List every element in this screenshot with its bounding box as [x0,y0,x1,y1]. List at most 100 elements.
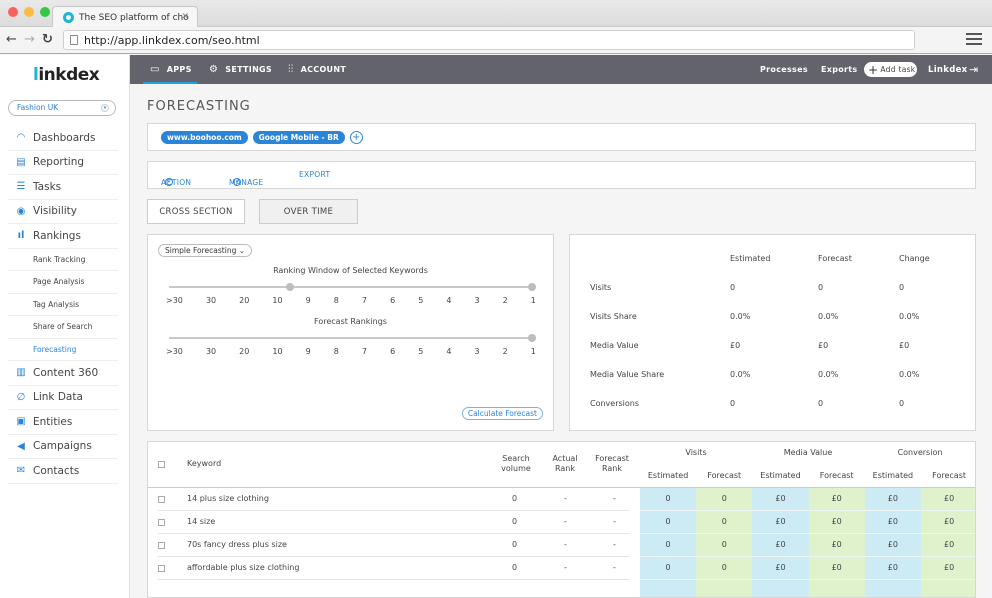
group-header: Media Value [783,448,833,457]
sidebar-item-entities[interactable]: ▣ Entities [8,410,118,435]
tick-label: 5 [418,347,424,356]
sub-column-header[interactable]: Estimated [640,471,696,481]
sidebar-item-label: Entities [33,415,73,428]
metric-cell: £0 [775,517,786,526]
sidebar-item-label: Reporting [33,156,85,169]
summary-row-label: Visits [590,283,612,292]
sub-column-header[interactable]: Estimated [865,471,921,481]
sidebar-item-reporting[interactable]: ▤ Reporting [8,151,118,175]
sidebar: linkdex Fashion UK ▾ ◠ Dashboards ▤ Report… [0,55,130,598]
sidebar-subitem-forecasting[interactable]: Forecasting [8,339,118,361]
logout-icon[interactable]: ⇥ [969,55,979,84]
close-tab-icon[interactable]: ✕ [181,12,189,22]
calculate-forecast-button[interactable]: Calculate Forecast [461,407,543,420]
add-filter-icon[interactable]: + [349,131,363,144]
book-icon: ▥ [16,367,26,379]
sidebar-item-dashboards[interactable]: ◠ Dashboards [8,126,118,151]
forward-arrow-icon[interactable]: → [24,32,35,47]
close-window-button[interactable] [8,7,18,17]
main-content: FORECASTING www.boohoo.com Google Mobile… [131,84,992,598]
metric-cell: £0 [944,540,955,549]
actual-rank-cell: - [564,563,567,572]
sub-column-header[interactable]: Estimated [752,471,808,481]
summary-column-header: Forecast [818,254,852,263]
sidebar-item-contacts[interactable]: ✉ Contacts [8,459,118,484]
exports-link[interactable]: Exports [821,55,857,84]
linkdex-logo[interactable]: linkdex [33,65,100,85]
sidebar-subitem-page-analysis[interactable]: Page Analysis [8,271,118,294]
cross-section-button[interactable]: CROSS SECTION [147,199,245,224]
sidebar-subitem-rank-tracking[interactable]: Rank Tracking [8,249,118,271]
reload-icon[interactable]: ↻ [42,32,53,47]
row-checkbox[interactable] [158,542,165,549]
sidebar-item-visibility[interactable]: ◉ Visibility [8,200,118,224]
row-checkbox[interactable] [158,496,165,503]
page-title: FORECASTING [147,99,251,114]
back-arrow-icon[interactable]: ← [6,32,17,47]
sidebar-item-label: Contacts [33,464,80,477]
account-select[interactable]: Fashion UK ▾ [8,100,116,116]
over-time-button[interactable]: OVER TIME [259,199,358,224]
envelope-icon: ✉ [16,465,26,477]
sidebar-item-rankings[interactable]: ıl Rankings [8,224,118,249]
tab-account[interactable]: ⫶⫶ ACCOUNT [288,55,346,84]
summary-value: 0.0% [818,370,839,379]
tab-settings[interactable]: ⚙ SETTINGS [209,55,272,84]
tick-label: 20 [239,347,250,356]
sidebar-item-content-360[interactable]: ▥ Content 360 [8,361,118,386]
sidebar-item-link-data[interactable]: ∅ Link Data [8,386,118,410]
table-row[interactable] [158,511,630,534]
browser-menu-icon[interactable] [966,33,982,48]
row-checkbox[interactable] [158,519,165,526]
domain-chip[interactable]: www.boohoo.com [161,131,248,144]
row-checkbox[interactable] [158,565,165,572]
ranking-window-max-handle[interactable] [528,283,536,291]
forecast-rankings-slider[interactable] [169,334,536,342]
tick-label: 2 [502,296,508,305]
metric-cell: 0 [665,563,671,572]
forecast-mode-select[interactable]: Simple Forecasting ⌄ [158,244,253,257]
select-all-checkbox[interactable] [158,461,165,468]
bar-chart-icon: ıl [17,230,25,242]
ranking-window-slider[interactable] [169,283,536,291]
maximize-window-button[interactable] [40,7,50,17]
dashboard-icon: ◠ [16,132,26,144]
keyword-column-header[interactable]: Keyword [187,459,221,469]
summary-value: £0 [899,341,910,350]
sidebar-subitem-tag-analysis[interactable]: Tag Analysis [8,294,118,316]
sidebar-item-tasks[interactable]: ☰ Tasks [8,175,118,200]
tick-label: 7 [361,296,368,305]
sub-column-header[interactable]: Forecast [921,471,975,481]
sidebar-item-campaigns[interactable]: ◀ Campaigns [8,435,118,459]
sub-column-header[interactable]: Forecast [809,471,865,481]
processes-link[interactable]: Processes [760,55,808,84]
user-menu[interactable]: Linkdex [928,55,967,84]
tick-label: 20 [239,296,250,305]
tick-label: 9 [305,296,311,305]
row-divider [640,533,975,534]
search-volume-column-header[interactable]: Search volume [495,454,537,474]
summary-value: 0 [730,283,736,292]
search-volume-cell: 0 [512,494,518,503]
export-button[interactable]: EXPORT [299,170,330,179]
actual-rank-column-header[interactable]: Actual Rank [548,454,582,474]
sub-column-header[interactable]: Forecast [696,471,752,481]
summary-table: Estimated Forecast Change Visits 0 0 0 Visits S… [570,235,977,432]
minimize-window-button[interactable] [24,7,34,17]
forecast-rankings-handle[interactable] [528,334,536,342]
url-bar[interactable]: http://app.linkdex.com/seo.html [63,30,915,50]
browser-tab[interactable]: The SEO platform of cho ✕ [52,6,198,28]
ranking-window-min-handle[interactable] [286,283,294,291]
keyword-cell: 70s fancy dress plus size [187,540,287,549]
tab-apps[interactable]: ▭ APPS [150,55,192,84]
tick-label: 6 [390,347,396,356]
sidebar-subitem-share-of-search[interactable]: Share of Search [8,316,118,339]
add-task-button[interactable]: + Add task [864,62,917,77]
metric-cell: 0 [665,540,671,549]
metric-cell: £0 [887,494,898,503]
forecast-rank-cell: - [613,540,616,549]
search-engine-chip[interactable]: Google Mobile - BR [252,131,345,144]
tick-label: 4 [446,347,452,356]
forecast-rank-column-header[interactable]: Forecast Rank [592,454,632,474]
keyword-cell: 14 size [187,517,216,526]
